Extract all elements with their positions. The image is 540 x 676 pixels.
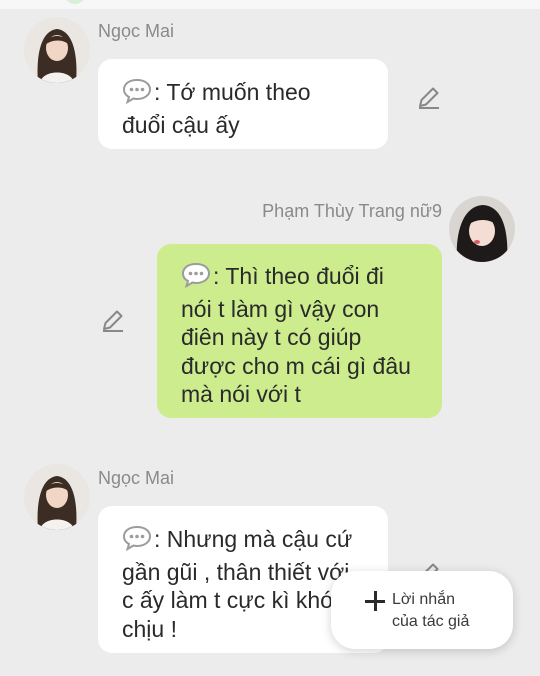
author-note-label: Lời nhắn (392, 591, 455, 608)
sender-name: Ngọc Mai (98, 21, 175, 41)
avatar[interactable] (449, 196, 515, 262)
author-note-button[interactable]: Lời nhắn của tác giả (331, 571, 513, 649)
top-indicator (64, 0, 86, 4)
top-bar (0, 0, 540, 9)
message-text-line: điên này t có giúp (181, 324, 362, 350)
message-text-line: : Nhưng mà cậu cứ (154, 526, 353, 552)
speech-bubble-icon (122, 525, 152, 558)
avatar[interactable] (24, 17, 90, 83)
avatar-photo (24, 17, 90, 83)
message-bubble: : Thì theo đuổi đi nói t làm gì vậy con … (157, 244, 442, 418)
message-bubble: : Tớ muốn theo đuổi cậu ấy (98, 59, 388, 149)
message-text-line: đuổi cậu ấy (122, 111, 240, 138)
sender-name: Ngọc Mai (98, 468, 175, 488)
speech-bubble-icon (181, 262, 211, 295)
avatar-photo (449, 196, 515, 262)
message-text-line: : Tớ muốn theo (154, 79, 311, 105)
message-text-line: nói t làm gì vậy con (181, 295, 380, 322)
avatar-photo (24, 464, 90, 530)
avatar[interactable] (24, 464, 90, 530)
message-text-line: mà nói với t (181, 381, 301, 407)
message-text-line: : Thì theo đuổi đi (213, 263, 384, 289)
sender-name: Phạm Thùy Trang nữ9 (262, 201, 442, 221)
speech-bubble-icon (122, 78, 152, 111)
message-text-line: được cho m cái gì đâu (181, 352, 411, 379)
author-note-label: của tác giả (392, 613, 470, 630)
pencil-icon[interactable] (416, 84, 442, 110)
plus-icon (365, 591, 385, 611)
pencil-icon[interactable] (100, 307, 126, 333)
